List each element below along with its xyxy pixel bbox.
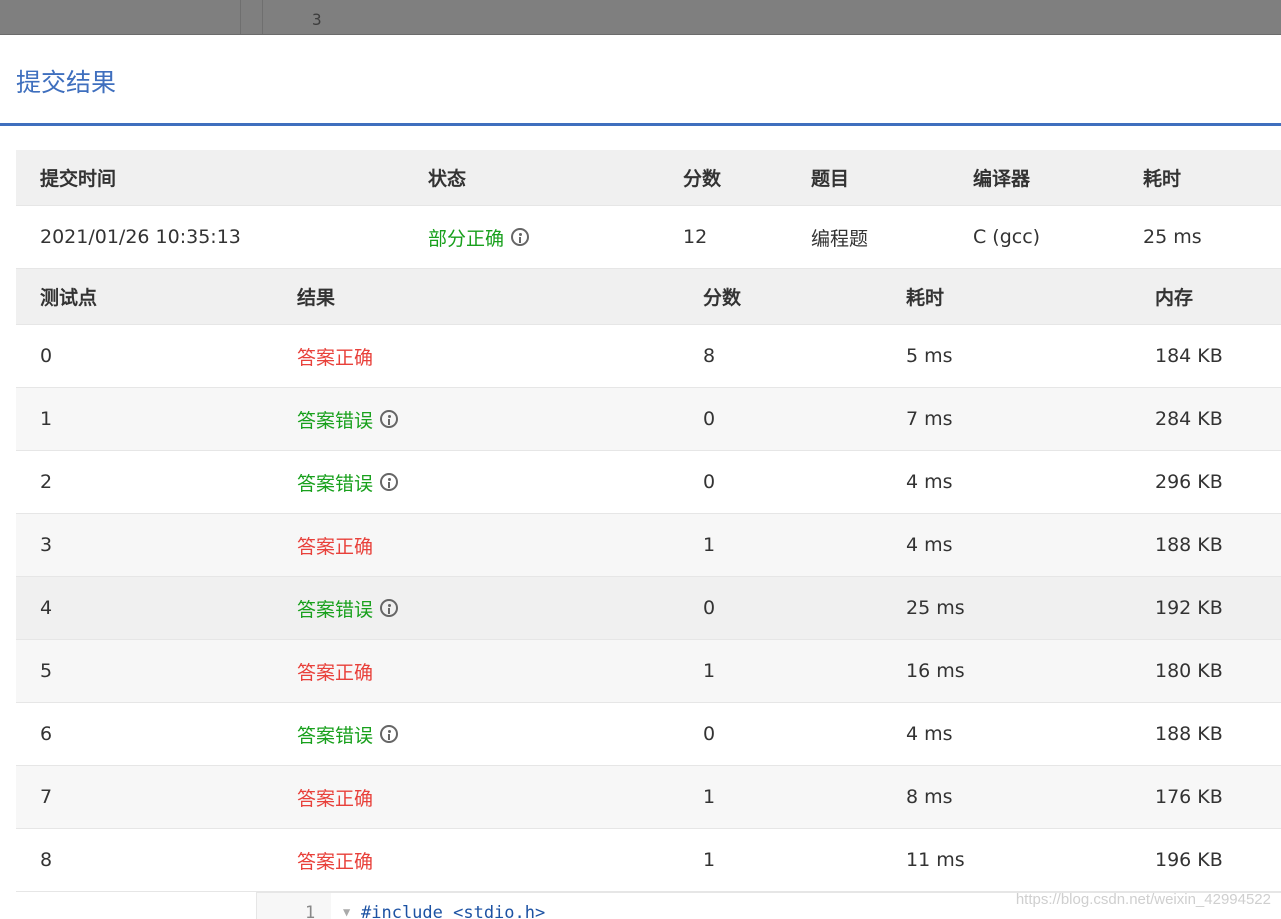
test-memory: 176 KB — [1155, 786, 1223, 808]
test-score: 1 — [703, 534, 716, 556]
test-case-id: 6 — [40, 723, 53, 745]
test-result[interactable]: 答案错误 — [297, 703, 399, 765]
submission-status[interactable]: 部分正确 — [428, 206, 530, 268]
test-result-label: 答案错误 — [297, 472, 374, 495]
submission-row: 2021/01/26 10:35:13 部分正确 12 编程题 C (gcc) … — [16, 206, 1281, 269]
test-case-id: 7 — [40, 786, 53, 808]
test-elapsed: 8 ms — [906, 786, 953, 808]
submission-score: 12 — [683, 226, 708, 248]
test-result: 答案正确 — [297, 787, 374, 810]
test-score: 1 — [703, 660, 716, 682]
test-score: 0 — [703, 597, 716, 619]
submission-result-modal: 提交结果 提交时间 状态 分数 题目 编译器 耗时 2021/01/26 10:… — [0, 35, 1281, 919]
test-score: 8 — [703, 345, 716, 367]
test-memory: 196 KB — [1155, 849, 1223, 871]
header-test-case: 测试点 — [40, 287, 98, 309]
test-row: 7 答案正确 1 8 ms 176 KB — [16, 766, 1281, 829]
test-score: 0 — [703, 408, 716, 430]
test-case-id: 0 — [40, 345, 53, 367]
test-memory: 184 KB — [1155, 345, 1223, 367]
info-icon[interactable] — [511, 228, 530, 246]
test-score: 1 — [703, 849, 716, 871]
gutter-divider — [240, 0, 241, 34]
watermark: https://blog.csdn.net/weixin_42994522 — [1015, 891, 1271, 908]
test-elapsed: 4 ms — [906, 723, 953, 745]
test-elapsed: 4 ms — [906, 471, 953, 493]
test-row: 8 答案正确 1 11 ms 196 KB — [16, 829, 1281, 892]
test-elapsed: 4 ms — [906, 534, 953, 556]
test-case-id: 3 — [40, 534, 53, 556]
test-result: 答案正确 — [297, 535, 374, 558]
test-row: 5 答案正确 1 16 ms 180 KB — [16, 640, 1281, 703]
test-result: 答案正确 — [297, 661, 374, 684]
test-row: 0 答案正确 8 5 ms 184 KB — [16, 325, 1281, 388]
info-icon[interactable] — [380, 473, 399, 491]
info-icon[interactable] — [380, 725, 399, 743]
test-score: 1 — [703, 786, 716, 808]
test-case-id: 1 — [40, 408, 53, 430]
submission-problem: 编程题 — [811, 227, 869, 250]
test-memory: 188 KB — [1155, 723, 1223, 745]
test-case-id: 5 — [40, 660, 53, 682]
fold-arrow-icon[interactable]: ▼ — [343, 905, 350, 919]
submission-header-row: 提交时间 状态 分数 题目 编译器 耗时 — [16, 150, 1281, 206]
modal-title: 提交结果 — [16, 68, 117, 97]
header-test-elapsed: 耗时 — [906, 287, 945, 309]
header-status: 状态 — [428, 168, 467, 190]
header-result: 结果 — [297, 287, 336, 309]
test-row: 3 答案正确 1 4 ms 188 KB — [16, 514, 1281, 577]
test-memory: 296 KB — [1155, 471, 1223, 493]
gutter-divider — [262, 0, 263, 34]
test-case-id: 8 — [40, 849, 53, 871]
result-content: 提交时间 状态 分数 题目 编译器 耗时 2021/01/26 10:35:13… — [16, 150, 1281, 892]
test-memory: 192 KB — [1155, 597, 1223, 619]
test-elapsed: 16 ms — [906, 660, 965, 682]
header-memory: 内存 — [1155, 287, 1194, 309]
test-score: 0 — [703, 471, 716, 493]
header-submit-time: 提交时间 — [40, 168, 117, 190]
test-row: 6 答案错误 0 4 ms 188 KB — [16, 703, 1281, 766]
submission-compiler: C (gcc) — [973, 226, 1041, 248]
info-icon[interactable] — [380, 599, 399, 617]
code-line-number: 1 — [305, 903, 316, 919]
test-memory: 284 KB — [1155, 408, 1223, 430]
header-test-score: 分数 — [703, 287, 742, 309]
test-case-id: 4 — [40, 597, 53, 619]
header-problem: 题目 — [811, 168, 850, 190]
code-editor-gutter — [257, 893, 331, 919]
test-case-id: 2 — [40, 471, 53, 493]
test-result: 答案正确 — [297, 850, 374, 873]
submission-status-label: 部分正确 — [428, 227, 505, 250]
test-result[interactable]: 答案错误 — [297, 451, 399, 513]
modal-header: 提交结果 — [0, 35, 1281, 126]
test-memory: 180 KB — [1155, 660, 1223, 682]
tests-header-row: 测试点 结果 分数 耗时 内存 — [16, 269, 1281, 325]
code-line[interactable]: #include <stdio.h> — [361, 903, 545, 919]
test-result-label: 答案错误 — [297, 409, 374, 432]
test-result[interactable]: 答案错误 — [297, 388, 399, 450]
test-result-label: 答案错误 — [297, 724, 374, 747]
header-score: 分数 — [683, 168, 722, 190]
info-icon[interactable] — [380, 410, 399, 428]
test-result[interactable]: 答案错误 — [297, 577, 399, 639]
submit-time: 2021/01/26 10:35:13 — [40, 226, 241, 248]
test-row: 4 答案错误 0 25 ms 192 KB — [16, 577, 1281, 640]
test-score: 0 — [703, 723, 716, 745]
test-elapsed: 25 ms — [906, 597, 965, 619]
test-memory: 188 KB — [1155, 534, 1223, 556]
editor-line-number: 3 — [312, 10, 322, 29]
header-compiler: 编译器 — [973, 168, 1031, 190]
test-elapsed: 11 ms — [906, 849, 965, 871]
test-result-label: 答案错误 — [297, 598, 374, 621]
test-result: 答案正确 — [297, 346, 374, 369]
test-row: 1 答案错误 0 7 ms 284 KB — [16, 388, 1281, 451]
test-row: 2 答案错误 0 4 ms 296 KB — [16, 451, 1281, 514]
header-elapsed: 耗时 — [1143, 168, 1182, 190]
app-root: 3 提交结果 提交时间 状态 分数 题目 编译器 耗时 2021/01/26 1… — [0, 0, 1281, 919]
submission-elapsed: 25 ms — [1143, 226, 1202, 248]
background-editor-strip: 3 — [0, 0, 1281, 35]
test-elapsed: 5 ms — [906, 345, 953, 367]
test-elapsed: 7 ms — [906, 408, 953, 430]
